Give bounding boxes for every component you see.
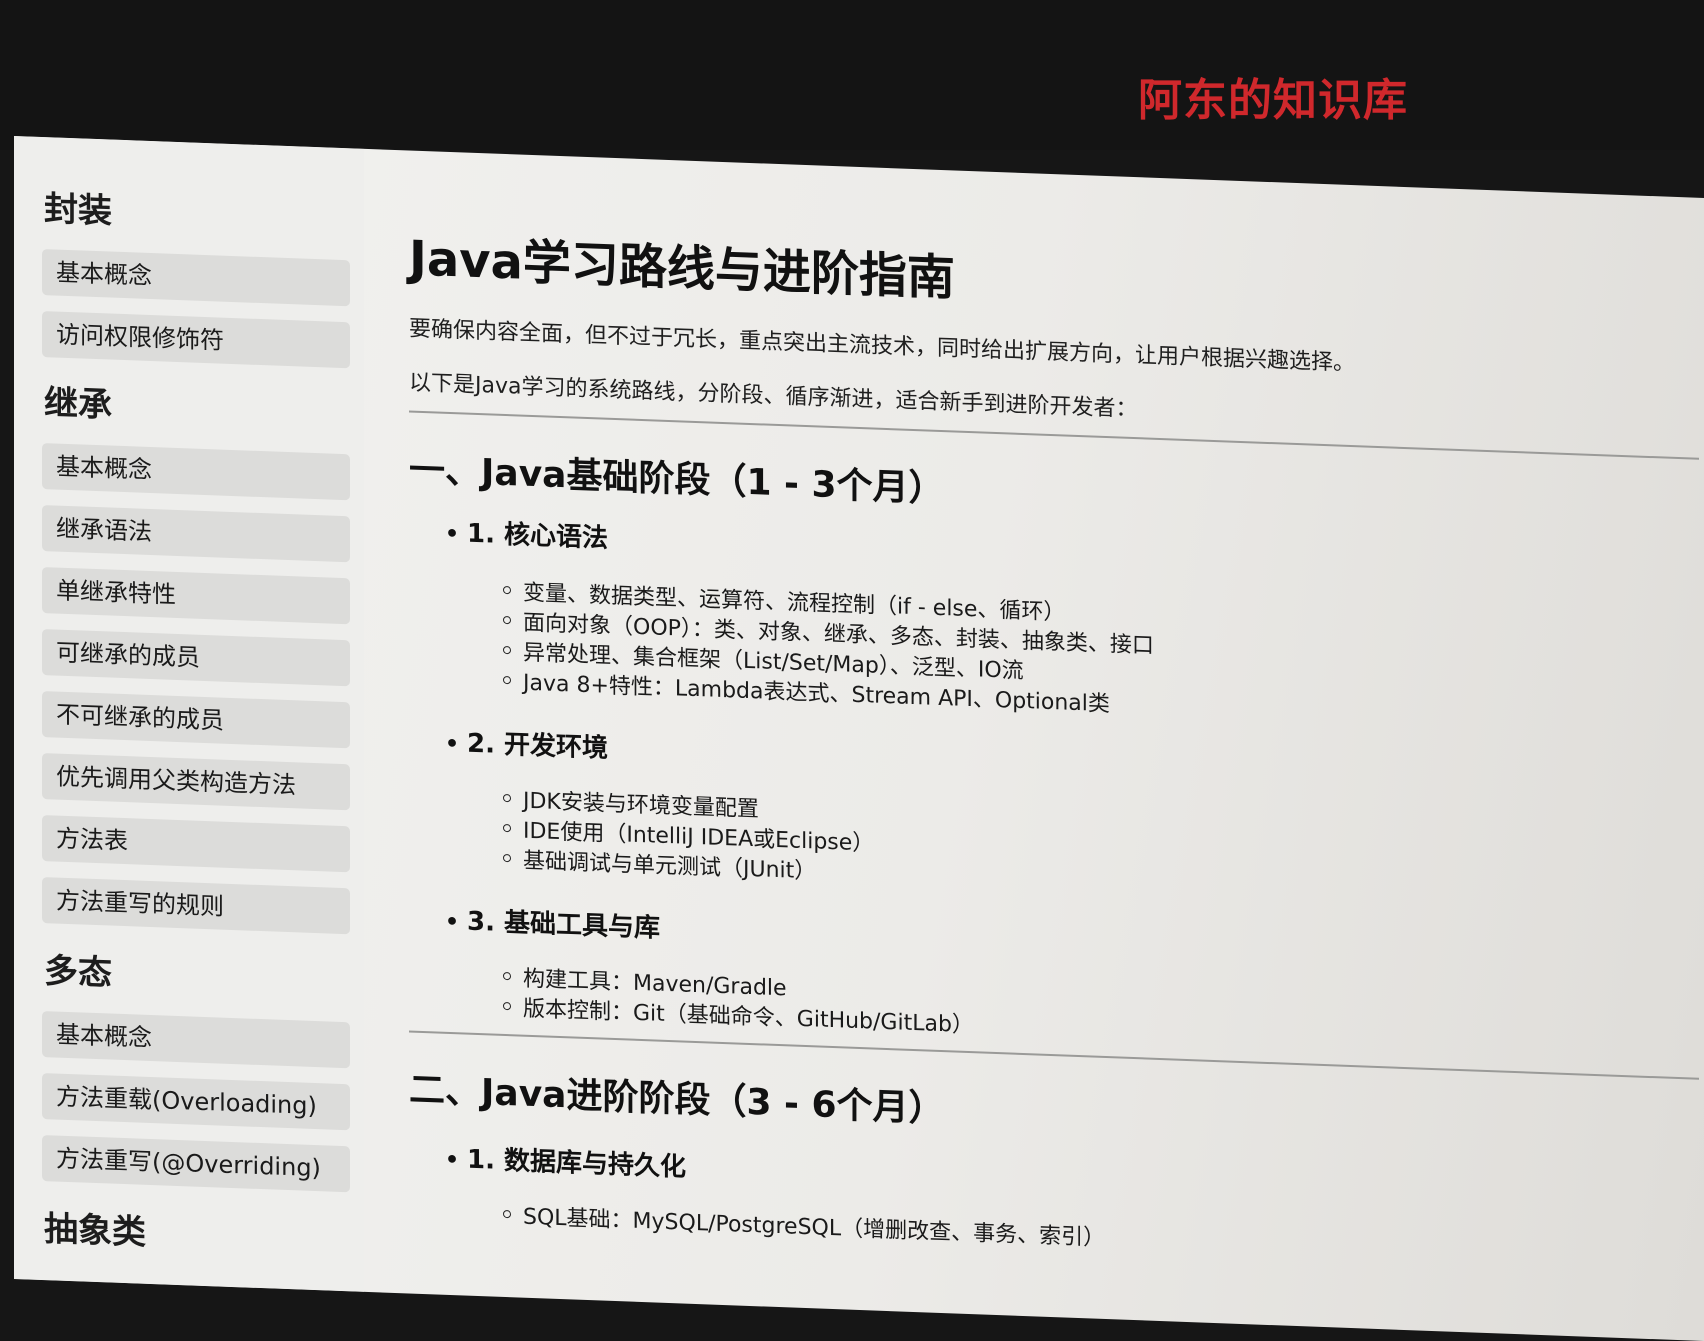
subsection-title: 3. 基础工具与库 <box>467 906 661 944</box>
circle-bullet-icon <box>503 645 511 655</box>
subsection-title: 2. 开发环境 <box>467 728 609 764</box>
sidebar-item[interactable]: 方法表 <box>42 815 350 873</box>
section-heading: 一、Java基础阶段（1 - 3个月） <box>409 449 945 511</box>
list-item: SQL基础：MySQL/PostgreSQL（增删改查、事务、索引） <box>503 1198 1105 1252</box>
sidebar-item[interactable]: 继承语法 <box>42 505 350 563</box>
list-item-text: 版本控制：Git（基础命令、GitHub/GitLab） <box>523 996 974 1039</box>
circle-bullet-icon <box>503 585 511 595</box>
list-item-text: SQL基础：MySQL/PostgreSQL（增删改查、事务、索引） <box>523 1204 1106 1252</box>
sidebar-nav: 封装 基本概念 访问权限修饰符 继承 基本概念 继承语法 单继承特性 可继承的成… <box>14 136 364 1292</box>
bullet-icon: • <box>445 1147 460 1174</box>
sidebar-group-title: 继承 <box>44 383 112 426</box>
sidebar-item[interactable]: 基本概念 <box>42 249 350 307</box>
subsection-heading: • 2. 开发环境 <box>445 722 608 765</box>
sidebar-group-title: 多态 <box>44 951 112 994</box>
circle-bullet-icon <box>503 1001 511 1011</box>
subsection-heading: • 3. 基础工具与库 <box>445 900 660 945</box>
sidebar-item[interactable]: 方法重写的规则 <box>42 877 350 935</box>
bullet-icon: • <box>445 521 460 548</box>
circle-bullet-icon <box>503 1209 511 1219</box>
site-title[interactable]: 阿东的知识库 <box>1138 64 1408 128</box>
sidebar-item[interactable]: 基本概念 <box>42 443 350 501</box>
subsection-title: 1. 数据库与持久化 <box>467 1144 687 1183</box>
sidebar-item[interactable]: 可继承的成员 <box>42 629 350 687</box>
circle-bullet-icon <box>503 971 511 981</box>
sidebar-group-title: 封装 <box>44 189 112 232</box>
sidebar-item[interactable]: 方法重载(Overloading) <box>42 1073 350 1131</box>
sidebar-item[interactable]: 方法重写(@Overriding) <box>42 1135 350 1193</box>
subsection-heading: • 1. 数据库与持久化 <box>445 1138 686 1184</box>
sidebar-item[interactable]: 不可继承的成员 <box>42 691 350 749</box>
page-content: 封装 基本概念 访问权限修饰符 继承 基本概念 继承语法 单继承特性 可继承的成… <box>14 136 1704 1341</box>
circle-bullet-icon <box>503 793 511 803</box>
bullet-icon: • <box>445 731 460 758</box>
list-item-text: 基础调试与单元测试（JUnit） <box>523 848 817 885</box>
circle-bullet-icon <box>503 853 511 863</box>
sidebar-item[interactable]: 单继承特性 <box>42 567 350 625</box>
sidebar-group-title: 抽象类 <box>44 1209 146 1253</box>
section-heading: 二、Java进阶阶段（3 - 6个月） <box>409 1069 945 1131</box>
main-content: Java学习路线与进阶指南 要确保内容全面，但不过于冗长，重点突出主流技术，同时… <box>409 150 1699 1340</box>
circle-bullet-icon <box>503 675 511 685</box>
circle-bullet-icon <box>503 823 511 833</box>
subsection-title: 1. 核心语法 <box>467 518 609 554</box>
bullet-icon: • <box>445 909 460 936</box>
sidebar-item[interactable]: 优先调用父类构造方法 <box>42 753 350 811</box>
page-title: Java学习路线与进阶指南 <box>409 230 955 307</box>
circle-bullet-icon <box>503 615 511 625</box>
sidebar-item[interactable]: 访问权限修饰符 <box>42 311 350 369</box>
subsection-heading: • 1. 核心语法 <box>445 512 608 555</box>
top-header-bar: 阿东的知识库 <box>0 0 1704 150</box>
intro-paragraph: 要确保内容全面，但不过于冗长，重点突出主流技术，同时给出扩展方向，让用户根据兴趣… <box>409 316 1356 377</box>
sidebar-item[interactable]: 基本概念 <box>42 1011 350 1069</box>
